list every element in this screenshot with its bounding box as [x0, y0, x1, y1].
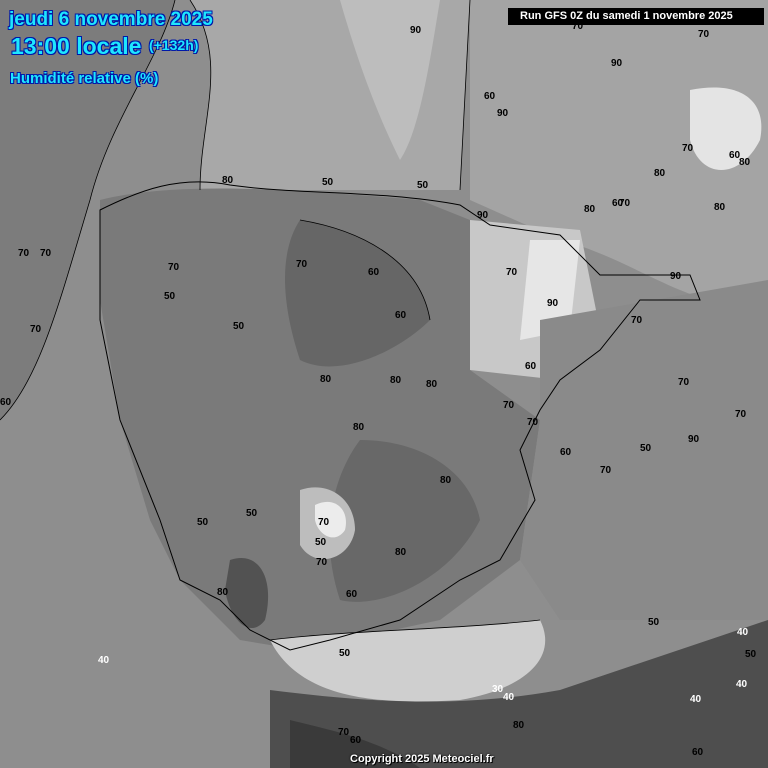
contour-label: 60 — [368, 267, 380, 278]
contour-label: 70 — [527, 417, 539, 428]
contour-label: 40 — [737, 627, 749, 638]
contour-label: 80 — [440, 475, 452, 486]
contour-label: 80 — [426, 379, 438, 390]
variable-title: Humidité relative (%) — [10, 70, 159, 87]
contour-label: 70 — [678, 377, 690, 388]
contour-label: 70 — [318, 517, 330, 528]
contour-label: 90 — [611, 58, 623, 69]
contour-label: 40 — [98, 655, 110, 666]
contour-label: 50 — [246, 508, 258, 519]
contour-label: 70 — [735, 409, 747, 420]
contour-label: 80 — [390, 375, 402, 386]
contour-label: 90 — [547, 298, 559, 309]
contour-label: 70 — [698, 29, 710, 40]
contour-label: 70 — [572, 21, 584, 32]
contour-label: 80 — [217, 587, 229, 598]
contour-label: 80 — [395, 547, 407, 558]
contour-label: 70 — [30, 324, 42, 335]
contour-label: 90 — [497, 108, 509, 119]
contour-label: 70 — [296, 259, 308, 270]
contour-label: 80 — [353, 422, 365, 433]
contour-label: 70 — [506, 267, 518, 278]
run-info-banner: Run GFS 0Z du samedi 1 novembre 2025 — [508, 8, 764, 25]
contour-label: 70 — [503, 400, 515, 411]
contour-label: 80 — [584, 204, 596, 215]
contour-label: 50 — [648, 617, 660, 628]
contour-label: 50 — [233, 321, 245, 332]
contour-label: 40 — [503, 692, 515, 703]
contour-label: 90 — [410, 25, 422, 36]
contour-label: 30 — [492, 684, 504, 695]
contour-label: 70 — [631, 315, 643, 326]
contour-label: 80 — [320, 374, 332, 385]
contour-label: 50 — [745, 649, 757, 660]
contour-label: 50 — [339, 648, 351, 659]
contour-label: 80 — [714, 202, 726, 213]
contour-label: 80 — [513, 720, 525, 731]
forecast-time: 13:00 locale — [11, 33, 142, 59]
contour-label: 60 — [560, 447, 572, 458]
contour-label: 90 — [477, 210, 489, 221]
contour-label: 80 — [222, 175, 234, 186]
contour-label: 70 — [619, 198, 631, 209]
contour-label: 70 — [168, 262, 180, 273]
contour-label: 50 — [197, 517, 209, 528]
contour-label: 90 — [688, 434, 700, 445]
contour-label: 60 — [692, 747, 704, 758]
contour-label: 70 — [18, 248, 30, 259]
contour-label: 70 — [40, 248, 52, 259]
contour-label: 40 — [690, 694, 702, 705]
contour-label: 50 — [315, 537, 327, 548]
contour-label: 70 — [600, 465, 612, 476]
contour-label: 60 — [395, 310, 407, 321]
forecast-lead-time: (+132h) — [149, 37, 199, 53]
contour-label: 70 — [316, 557, 328, 568]
contour-label: 60 — [350, 735, 362, 746]
humidity-map — [0, 0, 768, 768]
contour-label: 70 — [338, 727, 350, 738]
contour-label: 50 — [322, 177, 334, 188]
contour-label: 70 — [682, 143, 694, 154]
contour-label: 60 — [346, 589, 358, 600]
contour-label: 60 — [525, 361, 537, 372]
contour-label: 60 — [484, 91, 496, 102]
contour-label: 60 — [0, 397, 12, 408]
contour-label: 40 — [736, 679, 748, 690]
forecast-date: jeudi 6 novembre 2025 — [9, 9, 213, 30]
contour-label: 80 — [654, 168, 666, 179]
contour-label: 50 — [417, 180, 429, 191]
copyright: Copyright 2025 Meteociel.fr — [350, 753, 494, 765]
contour-label: 50 — [640, 443, 652, 454]
contour-label: 50 — [164, 291, 176, 302]
contour-label: 90 — [670, 271, 682, 282]
contour-label: 80 — [739, 157, 751, 168]
